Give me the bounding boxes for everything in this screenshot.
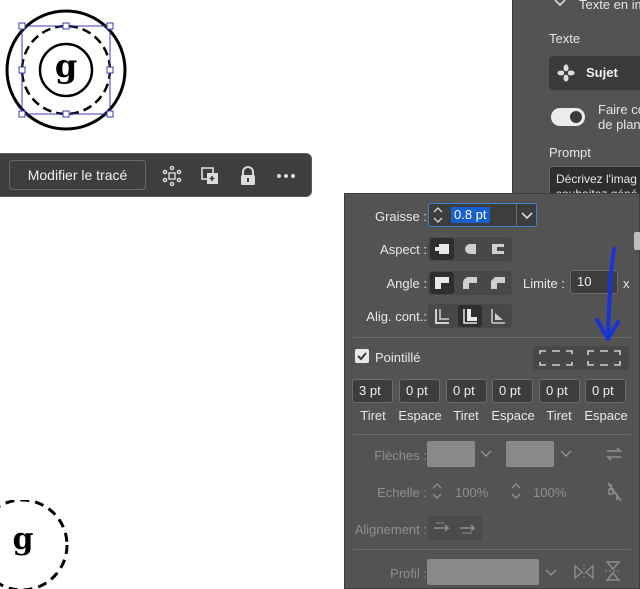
alignement-label: Alignement : bbox=[354, 522, 427, 537]
dash-alignment-group bbox=[533, 346, 629, 370]
divider bbox=[353, 549, 631, 550]
profil-label: Profil : bbox=[390, 566, 427, 581]
chevron-down-icon[interactable] bbox=[479, 446, 493, 460]
chevron-down-icon[interactable] bbox=[559, 446, 573, 460]
sujet-label: Sujet bbox=[586, 65, 618, 80]
cap-style-group bbox=[428, 237, 512, 261]
stepper-icon[interactable] bbox=[510, 481, 522, 501]
toggle-label-line2: de plan bbox=[598, 117, 640, 132]
sujet-button[interactable]: Sujet bbox=[549, 56, 640, 90]
chevron-down-icon[interactable] bbox=[553, 0, 567, 9]
unlink-icon[interactable] bbox=[604, 481, 624, 503]
glyph-bottom: g bbox=[12, 522, 34, 557]
arrow-end-select[interactable] bbox=[506, 441, 554, 467]
chevron-down-icon[interactable] bbox=[516, 204, 537, 226]
aspect-label: Aspect : bbox=[380, 242, 427, 257]
transform-icon[interactable] bbox=[161, 165, 183, 187]
flip-vertical-icon[interactable] bbox=[603, 560, 623, 582]
dash-corner-align-icon[interactable] bbox=[585, 348, 625, 368]
gap-label-3: Espace bbox=[584, 408, 628, 423]
dash-field-2[interactable]: 0 pt bbox=[446, 379, 487, 403]
graisse-field[interactable]: 0.8 pt bbox=[428, 203, 537, 227]
swap-arrows-icon[interactable] bbox=[604, 444, 624, 464]
dash-label-2: Tiret bbox=[453, 408, 479, 423]
properties-panel: Texte en im Texte Sujet Faire co de plan… bbox=[512, 0, 640, 206]
section-title: Texte en im bbox=[579, 0, 640, 12]
align-outside-icon[interactable] bbox=[486, 305, 510, 327]
flower-icon bbox=[557, 64, 575, 82]
gap-field-1[interactable]: 0 pt bbox=[399, 379, 440, 403]
square-cap-icon[interactable] bbox=[486, 238, 510, 260]
gap-label-2: Espace bbox=[491, 408, 535, 423]
fleches-label: Flèches : bbox=[374, 448, 427, 463]
profile-select[interactable] bbox=[427, 559, 539, 585]
dash-label-3: Tiret bbox=[546, 408, 572, 423]
dash-field-1[interactable]: 3 pt bbox=[352, 379, 393, 403]
arrow-inside-icon[interactable] bbox=[456, 517, 480, 539]
contextual-task-bar: Modifier le tracé bbox=[0, 153, 312, 197]
toggle-knob bbox=[570, 111, 582, 123]
join-style-group bbox=[428, 271, 512, 295]
echelle-label: Echelle : bbox=[377, 485, 427, 500]
gap-label-1: Espace bbox=[398, 408, 442, 423]
gap-field-2[interactable]: 0 pt bbox=[492, 379, 533, 403]
stepper-icon[interactable] bbox=[431, 481, 443, 501]
prompt-text-line1: Décrivez l'imag bbox=[556, 172, 637, 186]
arrow-extend-icon[interactable] bbox=[430, 517, 454, 539]
chevron-down-icon[interactable] bbox=[544, 565, 558, 579]
butt-cap-icon[interactable] bbox=[430, 238, 454, 260]
align-stroke-group bbox=[428, 304, 512, 328]
round-join-icon[interactable] bbox=[458, 272, 482, 294]
annotation-arrow bbox=[590, 245, 630, 345]
align-center-icon[interactable] bbox=[430, 305, 454, 327]
miter-join-icon[interactable] bbox=[430, 272, 454, 294]
stepper-icon[interactable] bbox=[432, 205, 444, 225]
graisse-label: Graisse : bbox=[374, 209, 427, 224]
limite-label: Limite : bbox=[523, 276, 565, 291]
more-icon[interactable] bbox=[275, 165, 297, 187]
graisse-value[interactable]: 0.8 pt bbox=[451, 207, 490, 223]
round-cap-icon[interactable] bbox=[458, 238, 482, 260]
panel-edge-button[interactable] bbox=[634, 232, 640, 250]
glyph-top: g bbox=[54, 47, 78, 85]
echelle-value-2: 100% bbox=[533, 485, 567, 500]
dash-label-1: Tiret bbox=[360, 408, 386, 423]
toggle-label-line1: Faire co bbox=[598, 102, 640, 117]
toggle-switch[interactable] bbox=[551, 108, 585, 126]
gap-field-3[interactable]: 0 pt bbox=[585, 379, 626, 403]
dash-exact-icon[interactable] bbox=[537, 348, 577, 368]
flip-horizontal-icon[interactable] bbox=[573, 562, 595, 582]
align-stroke-label: Alig. cont.: bbox=[366, 309, 427, 324]
modify-path-button[interactable]: Modifier le tracé bbox=[9, 160, 146, 190]
divider bbox=[353, 434, 631, 435]
echelle-value-1: 100% bbox=[455, 485, 489, 500]
texte-label: Texte bbox=[549, 31, 581, 46]
prompt-label: Prompt bbox=[549, 145, 591, 160]
pointille-checkbox[interactable] bbox=[355, 349, 369, 363]
arrange-icon[interactable] bbox=[199, 165, 221, 187]
lock-icon[interactable] bbox=[237, 165, 259, 187]
bevel-join-icon[interactable] bbox=[486, 272, 510, 294]
angle-label: Angle : bbox=[386, 276, 427, 291]
arrow-start-select[interactable] bbox=[427, 441, 475, 467]
pointille-label: Pointillé bbox=[375, 350, 421, 365]
dash-field-3[interactable]: 0 pt bbox=[539, 379, 580, 403]
align-inside-icon[interactable] bbox=[458, 305, 482, 327]
arrow-align-group bbox=[428, 516, 482, 540]
